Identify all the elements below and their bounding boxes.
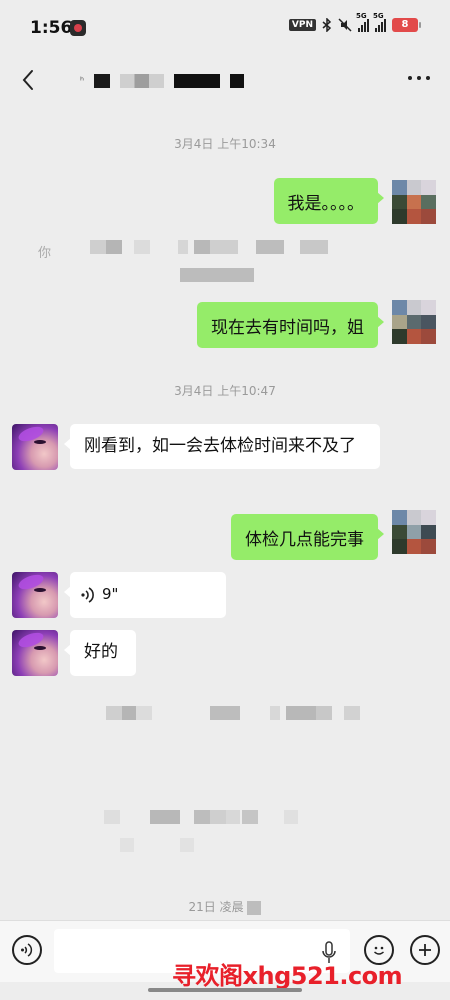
voice-toggle-icon[interactable] [12, 935, 42, 965]
redacted-content [70, 806, 370, 856]
outgoing-message-bubble[interactable]: 我是。。。。 [273, 178, 384, 224]
mute-icon [338, 18, 352, 32]
bluetooth-icon [322, 18, 332, 32]
my-avatar[interactable] [392, 300, 436, 344]
back-icon[interactable] [16, 66, 44, 94]
vpn-badge: VPN [288, 19, 316, 31]
signal-strength-2: 5G [373, 12, 386, 32]
incoming-message-bubble[interactable]: 刚看到，如一会去体检时间来不及了 [64, 424, 380, 469]
contact-avatar[interactable] [12, 424, 58, 470]
message-text: 现在去有时间吗，姐 [211, 317, 364, 338]
app-notification-icon [70, 20, 86, 36]
watermark: 寻欢阁xhg521.com [172, 962, 403, 990]
contact-avatar[interactable] [12, 572, 58, 618]
message-text: 刚看到，如一会去体检时间来不及了 [84, 436, 356, 456]
plus-icon[interactable] [410, 935, 440, 965]
timestamp: 3月4日 上午10:34 [174, 137, 276, 151]
voice-wave-icon [81, 587, 94, 603]
incoming-message-bubble[interactable]: 好的 [64, 630, 136, 676]
message-text: 体检几点能完事 [245, 529, 364, 550]
outgoing-message-bubble[interactable]: 体检几点能完事 [231, 514, 384, 560]
message-text: 好的 [84, 642, 118, 662]
redacted-content [86, 696, 386, 736]
my-avatar[interactable] [392, 180, 436, 224]
more-icon[interactable] [408, 76, 430, 80]
voice-message-bubble[interactable]: 9" [64, 572, 226, 618]
contact-avatar[interactable] [12, 630, 58, 676]
timestamp: 3月4日 上午10:47 [174, 384, 276, 398]
home-indicator[interactable] [148, 988, 302, 992]
redacted-notice: 你 [38, 236, 338, 286]
voice-duration: 9" [102, 585, 119, 603]
signal-strength-1: 5G [356, 12, 369, 32]
status-time: 1:56 [30, 18, 73, 38]
status-bar: 1:56 VPN 5G 5G 8 [0, 0, 450, 56]
my-avatar[interactable] [392, 510, 436, 554]
outgoing-message-bubble[interactable]: 现在去有时间吗，姐 [197, 302, 384, 348]
timestamp: 21日 凌晨 [0, 898, 450, 915]
status-icons: VPN 5G 5G 8 [288, 12, 421, 32]
message-text: 我是。。。。 [287, 193, 365, 214]
battery-indicator: 8 [392, 18, 421, 32]
chat-header: ʰ [0, 56, 450, 108]
contact-name-redacted: ʰ [80, 74, 245, 88]
